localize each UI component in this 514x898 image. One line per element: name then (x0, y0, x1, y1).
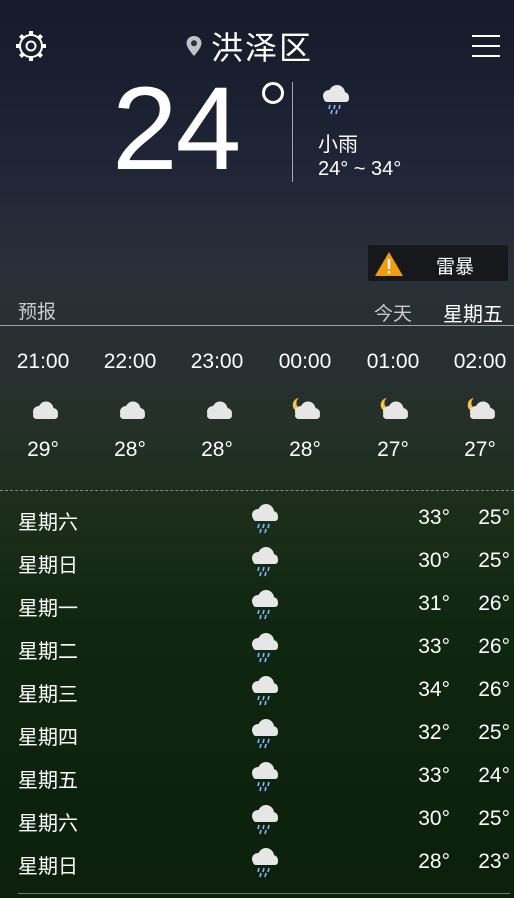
weekday-label[interactable]: 星期五 (443, 298, 503, 327)
hourly-item: 02:00 27° (440, 350, 514, 462)
cloudy-night-icon (292, 398, 320, 419)
hour-temperature: 27° (377, 438, 409, 461)
rain-icon (323, 85, 349, 115)
hour-time: 02:00 (453, 350, 507, 373)
rain-icon (252, 590, 278, 620)
cloudy-night-icon (467, 398, 495, 419)
current-temperature: 24 (112, 63, 241, 195)
rain-icon (252, 762, 278, 792)
day-name: 星期日 (18, 553, 78, 577)
divider (0, 325, 514, 326)
daily-row: 星期五 33° 24° (0, 756, 514, 799)
day-high-temperature: 34° (418, 678, 450, 701)
hour-time: 01:00 (366, 350, 420, 373)
gear-icon[interactable] (14, 29, 48, 63)
condition-text: 小雨 (318, 132, 358, 156)
day-low-temperature: 25° (478, 506, 510, 529)
day-low-temperature: 26° (478, 678, 510, 701)
rain-icon (252, 633, 278, 663)
cloudy-icon (207, 401, 232, 419)
rain-icon (252, 805, 278, 835)
day-low-temperature: 25° (478, 721, 510, 744)
weather-alert-badge[interactable]: 雷暴 (368, 245, 508, 281)
hourly-item: 22:00 28° (90, 350, 170, 462)
status-bar (0, 0, 514, 8)
daily-row: 星期四 32° 25° (0, 713, 514, 756)
hour-time: 22:00 (103, 350, 157, 373)
day-high-temperature: 30° (418, 807, 450, 830)
day-low-temperature: 25° (478, 807, 510, 830)
hour-temperature: 27° (464, 438, 496, 461)
daily-row: 星期一 31° 26° (0, 584, 514, 627)
divider (0, 490, 514, 491)
cloudy-icon (120, 401, 145, 419)
day-name: 星期一 (18, 596, 78, 620)
cloudy-icon (33, 401, 58, 419)
day-low-temperature: 24° (478, 764, 510, 787)
hourly-item: 23:00 28° (177, 350, 257, 462)
day-low-temperature: 26° (478, 635, 510, 658)
hourly-item: 21:00 29° (3, 350, 83, 462)
day-high-temperature: 31° (418, 592, 450, 615)
warning-icon (375, 252, 403, 276)
day-name: 星期六 (18, 510, 78, 534)
divider (18, 893, 510, 894)
day-high-temperature: 33° (418, 635, 450, 658)
day-high-temperature: 28° (418, 850, 450, 873)
forecast-label: 预报 (18, 301, 57, 323)
rain-icon (252, 676, 278, 706)
daily-row: 星期六 30° 25° (0, 799, 514, 842)
hour-time: 21:00 (16, 350, 70, 373)
daily-row: 星期三 34° 26° (0, 670, 514, 713)
day-high-temperature: 33° (418, 506, 450, 529)
day-high-temperature: 33° (418, 764, 450, 787)
rain-icon (252, 848, 278, 878)
hour-time: 23:00 (190, 350, 244, 373)
day-name: 星期六 (18, 811, 78, 835)
day-low-temperature: 26° (478, 592, 510, 615)
day-name: 星期五 (18, 768, 78, 792)
location-pin-icon (186, 36, 202, 56)
rain-icon (252, 719, 278, 749)
hour-temperature: 29° (27, 438, 59, 461)
daily-row: 星期日 30° 25° (0, 541, 514, 584)
daily-row: 星期二 33° 26° (0, 627, 514, 670)
day-low-temperature: 25° (478, 549, 510, 572)
rain-icon (252, 504, 278, 534)
location[interactable]: 洪泽区 (185, 24, 313, 68)
cloudy-night-icon (380, 398, 408, 419)
hour-temperature: 28° (114, 438, 146, 461)
daily-row: 星期日 28° 23° (0, 842, 514, 885)
day-high-temperature: 32° (418, 721, 450, 744)
day-name: 星期日 (18, 854, 78, 878)
top-bar: 洪泽区 (0, 22, 514, 72)
hourly-item: 00:00 28° (265, 350, 345, 462)
hourly-item: 01:00 27° (353, 350, 433, 462)
hour-temperature: 28° (289, 438, 321, 461)
day-low-temperature: 23° (478, 850, 510, 873)
today-label[interactable]: 今天 (374, 299, 412, 326)
rain-icon (252, 547, 278, 577)
day-high-temperature: 30° (418, 549, 450, 572)
hour-time: 00:00 (278, 350, 332, 373)
temperature-range: 24° ~ 34° (318, 158, 402, 180)
day-name: 星期四 (18, 725, 78, 749)
day-name: 星期三 (18, 682, 78, 706)
degree-symbol (262, 82, 284, 104)
menu-icon[interactable] (472, 34, 500, 58)
daily-row: 星期六 33° 25° (0, 498, 514, 541)
day-name: 星期二 (18, 639, 78, 663)
divider (292, 82, 293, 182)
alert-label: 雷暴 (436, 256, 475, 278)
hour-temperature: 28° (201, 438, 233, 461)
